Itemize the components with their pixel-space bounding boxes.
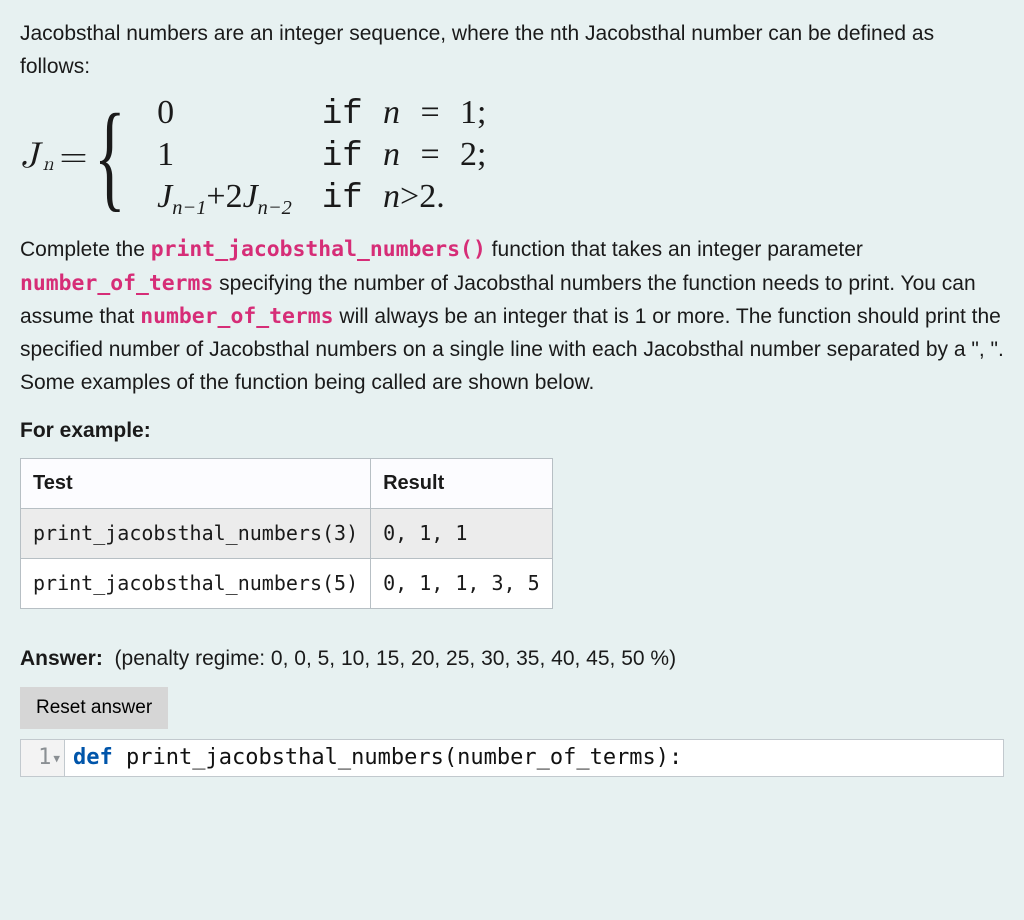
answer-label: Answer: — [20, 647, 103, 670]
code-line[interactable]: def print_jacobsthal_numbers(number_of_t… — [65, 740, 690, 776]
table-header-test: Test — [21, 458, 371, 508]
case-2-value: 1 — [157, 135, 292, 177]
formula: J n = { 0 if n = 1; 1 if n = 2; Jn−1+2Jn… — [20, 93, 1004, 219]
case-2-cond: if n = 2; — [322, 135, 487, 177]
code-editor[interactable]: 1 ▼ def print_jacobsthal_numbers(number_… — [20, 739, 1004, 777]
reset-answer-button[interactable]: Reset answer — [20, 687, 168, 729]
result-cell: 0, 1, 1, 3, 5 — [371, 558, 553, 608]
test-cell: print_jacobsthal_numbers(5) — [21, 558, 371, 608]
case-1-value: 0 — [157, 93, 292, 135]
description: Complete the print_jacobsthal_numbers() … — [20, 233, 1004, 399]
formula-cases: 0 if n = 1; 1 if n = 2; Jn−1+2Jn−2 if n>… — [157, 93, 486, 219]
test-cell: print_jacobsthal_numbers(3) — [21, 508, 371, 558]
table-row: print_jacobsthal_numbers(5) 0, 1, 1, 3, … — [21, 558, 553, 608]
param-name-2: number_of_terms — [140, 304, 333, 329]
formula-subscript: n — [43, 153, 54, 176]
line-gutter: 1 ▼ — [21, 740, 65, 776]
formula-eq: = — [60, 136, 88, 177]
formula-symbol: J — [20, 136, 39, 177]
brace-icon: { — [94, 105, 126, 207]
case-3-cond: if n>2. — [322, 177, 487, 219]
intro-text: Jacobsthal numbers are an integer sequen… — [20, 18, 1004, 83]
function-name: print_jacobsthal_numbers() — [151, 237, 486, 262]
fold-icon[interactable]: ▼ — [53, 752, 60, 767]
param-name: number_of_terms — [20, 271, 213, 296]
table-row: print_jacobsthal_numbers(3) 0, 1, 1 — [21, 508, 553, 558]
for-example-label: For example: — [20, 415, 1004, 448]
case-1-cond: if n = 1; — [322, 93, 487, 135]
result-cell: 0, 1, 1 — [371, 508, 553, 558]
case-3-value: Jn−1+2Jn−2 — [157, 177, 292, 219]
example-table: Test Result print_jacobsthal_numbers(3) … — [20, 458, 553, 609]
answer-line: Answer: (penalty regime: 0, 0, 5, 10, 15… — [20, 643, 1004, 676]
penalty-text: (penalty regime: 0, 0, 5, 10, 15, 20, 25… — [115, 647, 677, 670]
table-header-result: Result — [371, 458, 553, 508]
line-number: 1 — [38, 743, 51, 773]
